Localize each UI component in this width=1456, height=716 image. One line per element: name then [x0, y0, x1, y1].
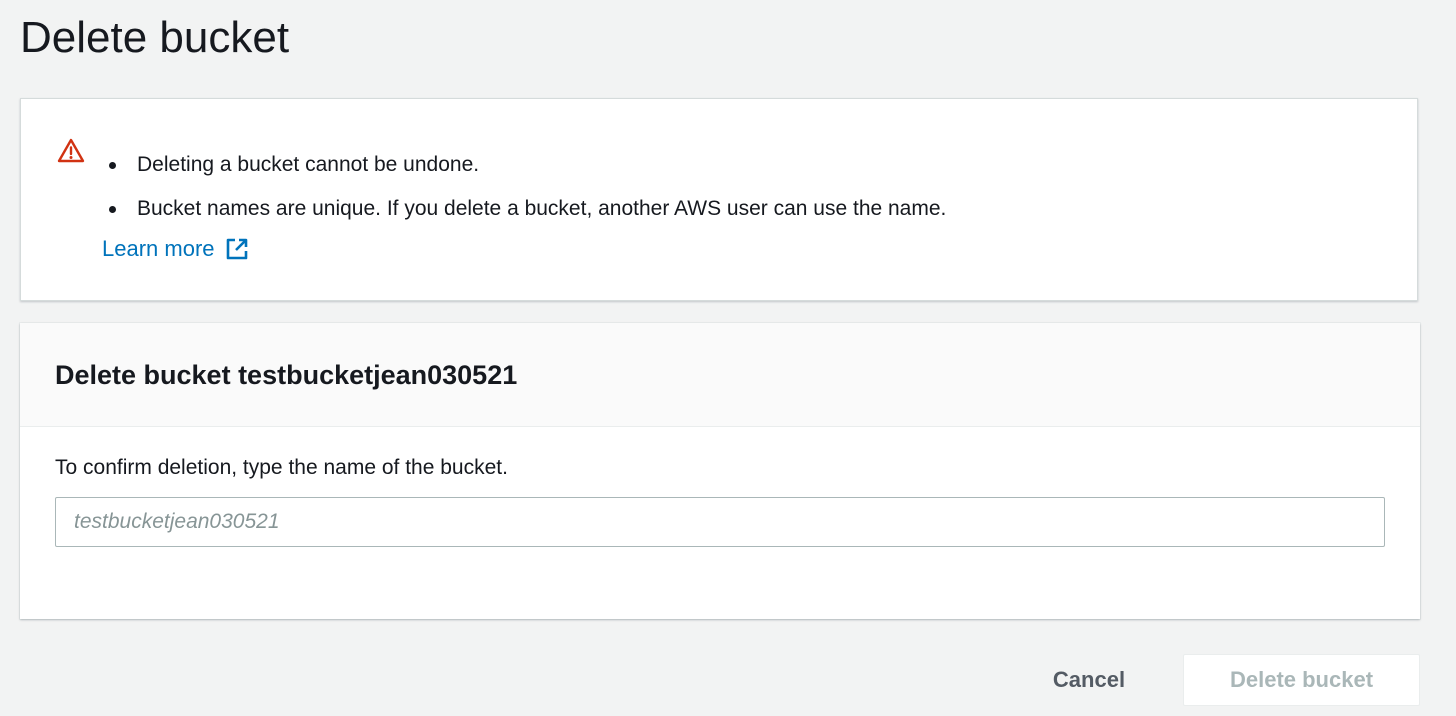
external-link-icon	[225, 237, 249, 261]
bucket-name-input[interactable]	[55, 497, 1385, 547]
warning-alert: Deleting a bucket cannot be undone. Buck…	[20, 98, 1418, 301]
learn-more-link[interactable]: Learn more	[102, 236, 249, 262]
warning-item: Deleting a bucket cannot be undone.	[105, 143, 946, 187]
delete-confirmation-panel: Delete bucket testbucketjean030521 To co…	[20, 323, 1420, 619]
delete-bucket-button[interactable]: Delete bucket	[1183, 654, 1420, 706]
warning-item: Bucket names are unique. If you delete a…	[105, 187, 946, 231]
warning-list: Deleting a bucket cannot be undone. Buck…	[105, 143, 946, 231]
panel-title: Delete bucket testbucketjean030521	[55, 360, 518, 390]
cancel-button[interactable]: Cancel	[1030, 656, 1148, 704]
warning-icon	[57, 137, 85, 165]
learn-more-label: Learn more	[102, 236, 215, 261]
confirm-label: To confirm deletion, type the name of th…	[55, 456, 508, 479]
panel-header: Delete bucket testbucketjean030521	[20, 323, 1420, 427]
delete-bucket-page: Delete bucket Deleting a bucket cannot b…	[0, 0, 1456, 716]
page-title: Delete bucket	[20, 13, 290, 62]
